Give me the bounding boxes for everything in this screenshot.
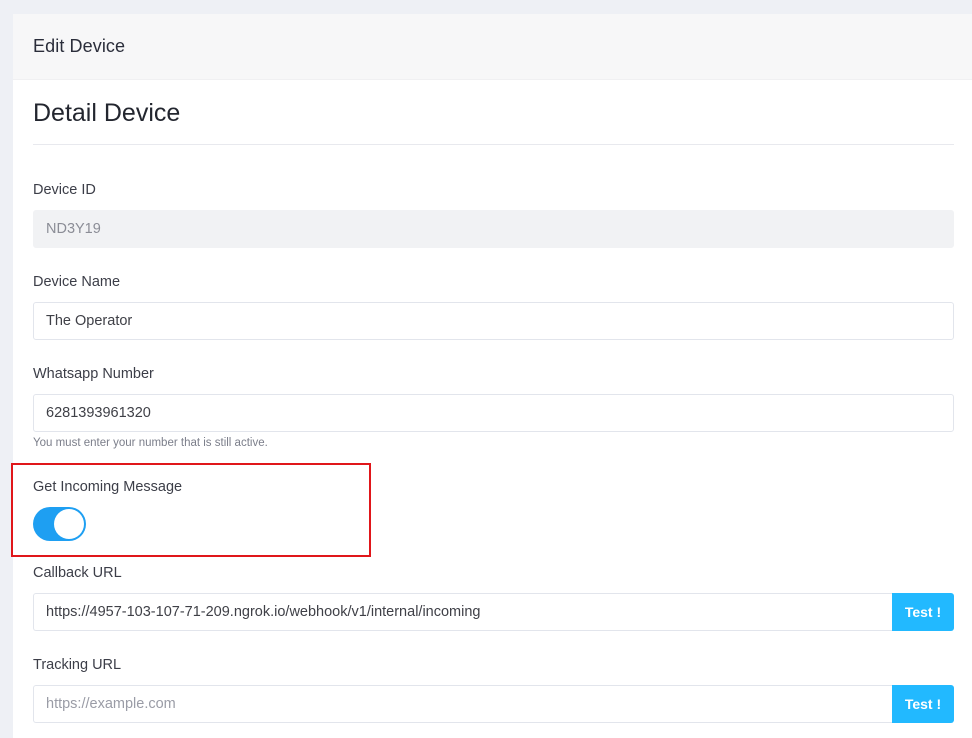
toggle-knob xyxy=(54,509,84,539)
incoming-message-label: Get Incoming Message xyxy=(33,479,183,495)
whatsapp-number-label: Whatsapp Number xyxy=(33,366,154,382)
tracking-url-field[interactable] xyxy=(33,685,892,723)
device-name-field[interactable] xyxy=(33,302,954,340)
section-title: Detail Device xyxy=(33,99,181,127)
tracking-url-group: Test ! xyxy=(33,685,954,723)
device-id-field xyxy=(33,210,954,248)
test-callback-button[interactable]: Test ! xyxy=(892,593,954,631)
tracking-url-label: Tracking URL xyxy=(33,657,122,673)
incoming-message-toggle[interactable] xyxy=(33,507,86,541)
device-name-label: Device Name xyxy=(33,274,121,290)
test-tracking-button[interactable]: Test ! xyxy=(892,685,954,723)
device-id-label: Device ID xyxy=(33,182,96,198)
callback-url-label: Callback URL xyxy=(33,565,122,581)
edit-device-card: Edit Device Detail Device Device ID Devi… xyxy=(11,14,972,738)
callback-url-field[interactable] xyxy=(33,593,892,631)
whatsapp-number-help: You must enter your number that is still… xyxy=(33,437,268,449)
page-title: Edit Device xyxy=(33,36,126,56)
card-header: Edit Device xyxy=(13,14,972,80)
whatsapp-number-field[interactable] xyxy=(33,394,954,432)
section-divider xyxy=(33,144,954,145)
callback-url-group: Test ! xyxy=(33,593,954,631)
